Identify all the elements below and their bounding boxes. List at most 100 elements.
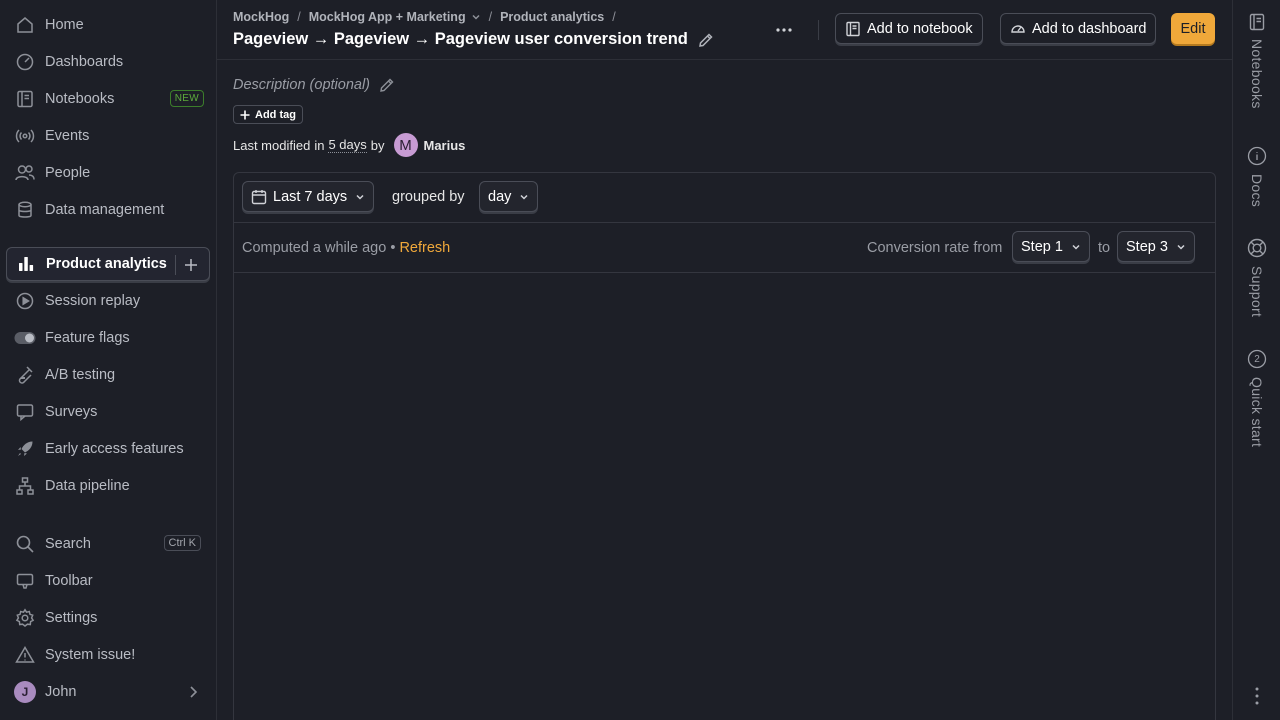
chevron-right-icon <box>188 685 198 699</box>
pencil-icon[interactable] <box>379 77 395 93</box>
chevron-down-icon <box>1071 242 1081 252</box>
sidebar-item-dashboards[interactable]: Dashboards <box>6 45 210 79</box>
sidebar-item-session-replay[interactable]: Session replay <box>6 284 210 318</box>
pencil-icon[interactable] <box>698 32 714 48</box>
refresh-link[interactable]: Refresh <box>399 240 450 256</box>
sidepanel-tab-notebooks[interactable]: Notebooks <box>1233 13 1280 109</box>
more-options-button[interactable] <box>772 18 796 42</box>
button-label: Add to notebook <box>867 20 973 37</box>
to-step-select[interactable]: Step 3 <box>1117 231 1195 262</box>
more-vertical-icon[interactable] <box>1250 686 1264 706</box>
interval-select[interactable]: day <box>479 181 539 212</box>
database-icon <box>14 199 36 221</box>
last-modified-by: by <box>370 137 385 153</box>
new-insight-plus-icon[interactable] <box>181 255 201 275</box>
sidepanel-tab-label: Support <box>1249 266 1265 318</box>
warning-icon <box>14 644 36 666</box>
sidepanel-tab-label: Notebooks <box>1249 39 1265 109</box>
sidebar-item-toolbar[interactable]: Toolbar <box>6 564 210 598</box>
sidebar-item-people[interactable]: People <box>6 156 210 190</box>
sidebar-item-notebooks[interactable]: Notebooks NEW <box>6 82 210 116</box>
breadcrumb-item-project[interactable]: MockHog App + Marketing <box>309 10 466 24</box>
description-placeholder: Description (optional) <box>233 77 371 93</box>
plus-icon <box>240 110 250 120</box>
last-modified-prefix: Last modified <box>233 137 311 153</box>
sidebar-item-product-analytics[interactable]: Product analytics <box>6 247 210 281</box>
chart-area <box>234 274 1215 720</box>
select-value: Step 3 <box>1126 238 1168 255</box>
page-title-text: Pageview → Pageview → Pageview user conv… <box>233 30 688 48</box>
sidebar-item-events[interactable]: Events <box>6 119 210 153</box>
sidebar-item-label: People <box>45 165 91 181</box>
flask-icon <box>14 364 36 386</box>
toggle-icon <box>14 327 36 349</box>
breadcrumb-item-section[interactable]: Product analytics <box>500 10 604 24</box>
add-to-dashboard-button[interactable]: Add to dashboard <box>1000 13 1157 44</box>
sidebar-item-label: John <box>45 684 77 700</box>
sidebar-item-label: Search <box>45 536 91 552</box>
sidepanel-tab-docs[interactable]: Docs <box>1233 146 1280 207</box>
lifebuoy-icon <box>1247 238 1267 258</box>
last-modified-time[interactable]: 5 days <box>328 137 367 153</box>
sidebar-item-early-access[interactable]: Early access features <box>6 432 210 466</box>
keyboard-shortcut: Ctrl K <box>163 535 201 551</box>
sidebar-item-label: Feature flags <box>45 330 130 346</box>
avatar: J <box>14 681 36 703</box>
description-field[interactable]: Description (optional) <box>233 77 395 93</box>
top-header: MockHog / MockHog App + Marketing / Prod… <box>217 0 1232 60</box>
chevron-down-icon <box>355 192 365 202</box>
sidebar-item-feature-flags[interactable]: Feature flags <box>6 321 210 355</box>
divider <box>818 20 819 40</box>
sidebar-item-label: Dashboards <box>45 54 124 70</box>
chevron-down-icon[interactable] <box>471 12 481 22</box>
gear-icon <box>14 607 36 629</box>
sidepanel-tab-quick-start[interactable]: 2 Quick start <box>1233 349 1280 447</box>
from-step-select[interactable]: Step 1 <box>1012 231 1090 262</box>
bullet-separator: • <box>390 240 396 256</box>
add-tag-button[interactable]: Add tag <box>233 105 303 124</box>
chevron-down-icon <box>519 192 529 202</box>
sidebar-item-surveys[interactable]: Surveys <box>6 395 210 429</box>
search-icon <box>14 533 36 555</box>
button-label: Edit <box>1180 20 1206 37</box>
author-name: Marius <box>423 137 466 153</box>
computed-text: Computed a while ago <box>242 240 387 256</box>
notebook-icon <box>1248 13 1266 31</box>
breadcrumb: MockHog / MockHog App + Marketing / Prod… <box>233 10 624 24</box>
add-to-notebook-button[interactable]: Add to notebook <box>835 13 983 44</box>
breadcrumb-item-org[interactable]: MockHog <box>233 10 289 24</box>
insight-panel: Last 7 days grouped by day Computed a wh… <box>233 172 1216 720</box>
button-label: Add to dashboard <box>1032 20 1147 37</box>
sidebar-item-account[interactable]: J John <box>6 675 210 709</box>
pipeline-icon <box>14 475 36 497</box>
dashboard-gauge-icon <box>14 51 36 73</box>
sidebar-item-home[interactable]: Home <box>6 8 210 42</box>
home-icon <box>14 14 36 36</box>
filter-bar: Last 7 days grouped by day <box>234 173 1215 223</box>
sidebar-item-label: Early access features <box>45 441 184 457</box>
calendar-icon <box>251 189 267 205</box>
left-sidebar: Home Dashboards Notebooks NEW Events Peo… <box>0 0 217 720</box>
sidebar-item-data-management[interactable]: Data management <box>6 193 210 227</box>
sidebar-item-data-pipeline[interactable]: Data pipeline <box>6 469 210 503</box>
dashboard-gauge-icon <box>1010 21 1026 37</box>
sidebar-item-system-issue[interactable]: System issue! <box>6 638 210 672</box>
sidebar-item-search[interactable]: Search Ctrl K <box>6 527 210 561</box>
avatar: M <box>393 133 418 157</box>
sidebar-item-settings[interactable]: Settings <box>6 601 210 635</box>
sidebar-item-label: Data pipeline <box>45 478 130 494</box>
info-icon <box>1247 146 1267 166</box>
sidepanel-tab-support[interactable]: Support <box>1233 238 1280 317</box>
edit-button[interactable]: Edit <box>1171 13 1215 44</box>
sidebar-item-label: Session replay <box>45 293 141 309</box>
sidebar-item-ab-testing[interactable]: A/B testing <box>6 358 210 392</box>
replay-icon <box>14 290 36 312</box>
avatar-wrapper: J <box>14 681 36 703</box>
sidepanel-tab-label: Docs <box>1249 174 1265 208</box>
sidebar-item-label: Notebooks <box>45 91 115 107</box>
conversion-to-label: to <box>1098 240 1111 256</box>
breadcrumb-separator: / <box>297 10 301 24</box>
date-range-select[interactable]: Last 7 days <box>242 181 375 212</box>
last-modified-in: in <box>314 137 325 153</box>
button-label: Add tag <box>255 108 296 121</box>
